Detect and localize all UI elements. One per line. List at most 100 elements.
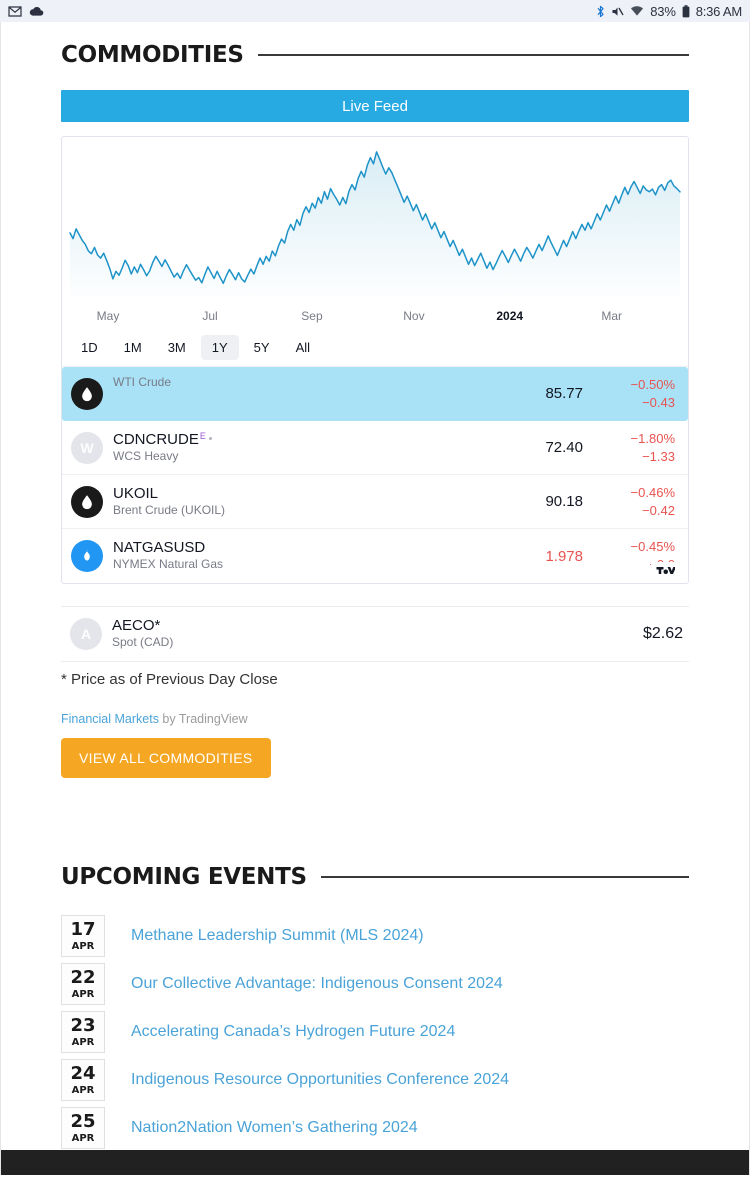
quote-symbol: CDNCRUDE E	[113, 431, 471, 448]
range-button-all[interactable]: All	[285, 335, 321, 360]
range-button-1d[interactable]: 1D	[70, 335, 109, 360]
event-day: 22	[70, 966, 96, 988]
quote-description: NYMEX Natural Gas	[113, 557, 224, 572]
quote-change-percent: −0.46%	[630, 484, 675, 500]
x-axis-tick-label: Mar	[601, 309, 623, 323]
exchange-superscript: E	[199, 430, 206, 441]
event-item[interactable]: 22 APR Our Collective Advantage: Indigenou…	[61, 960, 689, 1008]
price-chart[interactable]	[62, 137, 688, 309]
event-date-box: 22 APR	[61, 963, 105, 1005]
quote-price: 85.77	[545, 385, 583, 402]
event-item[interactable]: 17 APR Methane Leadership Summit (MLS 2024…	[61, 912, 689, 960]
quote-symbol: NATGASUSD	[113, 539, 206, 557]
avatar-letter-icon: W	[71, 431, 103, 464]
quote-change-percent: −1.80%	[630, 430, 675, 446]
footer-bar	[1, 1150, 749, 1175]
chart-range-selector[interactable]: 1D 1M 3M 1Y 5Y All	[62, 335, 688, 366]
quote-row[interactable]: W CDNCRUDE E WCS Heavy 72.40 −1.80% −1.33	[62, 421, 688, 475]
quote-change-absolute: −1.33	[642, 448, 675, 464]
event-day: 17	[70, 918, 96, 940]
range-button-3m[interactable]: 3M	[157, 335, 197, 360]
event-title-link[interactable]: Our Collective Advantage: Indigenous Con…	[131, 975, 503, 993]
event-item[interactable]: 24 APR Indigenous Resource Opportunities C…	[61, 1056, 689, 1104]
event-title-link[interactable]: Indigenous Resource Opportunities Confer…	[131, 1071, 509, 1089]
oil-drop-icon	[71, 377, 103, 410]
quote-row[interactable]: NATGASUSDNYMEX Natural Gas1.978−0.45%−0.…	[62, 529, 688, 583]
financial-markets-link[interactable]: Financial Markets	[61, 712, 159, 726]
event-date-box: 17 APR	[61, 915, 105, 957]
quote-row[interactable]: UKOIL Brent Crude (UKOIL) 90.18 −0.46% −0.42	[62, 475, 688, 529]
quote-price: 1.978	[545, 547, 583, 565]
price-chart-svg	[69, 151, 681, 297]
delayed-data-dot-icon	[208, 436, 212, 440]
page-body: COMMODITIES Live Feed May Jul Sep Nov 2024 Ma…	[0, 22, 750, 1175]
quote-price: 90.18	[545, 493, 583, 510]
x-axis-tick-label: Nov	[403, 309, 425, 323]
x-axis-tick-label: Sep	[301, 309, 323, 323]
x-axis-tick-label: May	[96, 309, 120, 323]
avatar-letter: A	[80, 626, 92, 642]
quote-description: WTI Crude	[113, 375, 172, 389]
gas-flame-icon	[71, 540, 103, 572]
aeco-quote-row[interactable]: A AECO* Spot (CAD) $2.62	[61, 606, 689, 662]
quote-name-block: CDNCRUDE E WCS Heavy	[113, 431, 471, 465]
quote-price: 72.40	[545, 439, 583, 456]
view-all-commodities-button[interactable]: VIEW ALL COMMODITIES	[61, 738, 271, 778]
header-rule	[320, 876, 689, 878]
quote-description: WCS Heavy	[113, 448, 179, 463]
status-bar: 83% 8:36 AM	[0, 0, 750, 22]
event-month: APR	[71, 1084, 95, 1096]
event-title-link[interactable]: Nation2Nation Women’s Gathering 2024	[131, 1119, 418, 1137]
quote-change: −0.46% −0.42	[589, 484, 675, 519]
event-date-box: 23 APR	[61, 1011, 105, 1053]
battery-icon	[682, 4, 690, 18]
clock-label: 8:36 AM	[695, 3, 742, 19]
wifi-icon	[630, 5, 644, 17]
commodities-title: COMMODITIES	[61, 42, 244, 68]
header-rule	[257, 54, 689, 56]
event-day: 23	[70, 1014, 96, 1036]
quote-price: $2.62	[642, 625, 683, 642]
events-title: UPCOMING EVENTS	[61, 864, 307, 890]
range-button-1y[interactable]: 1Y	[200, 335, 239, 360]
quote-list: WTI Crude 85.77 −0.50% −0.43 W CDNCRUDE E WCS H…	[62, 366, 688, 583]
quote-change-percent: −0.45%	[630, 539, 675, 555]
quote-name-block: UKOIL Brent Crude (UKOIL)	[113, 485, 471, 519]
event-month: APR	[71, 1036, 95, 1048]
quote-description: Brent Crude (UKOIL)	[113, 502, 226, 517]
event-month: APR	[71, 940, 95, 952]
event-item[interactable]: 23 APR Accelerating Canada’s Hydrogen Futu…	[61, 1008, 689, 1056]
range-button-5y[interactable]: 5Y	[243, 335, 281, 360]
quote-change-absolute: −0.43	[642, 394, 675, 410]
quote-name-block: WTI Crude	[113, 367, 471, 391]
x-axis-tick-label: Jul	[202, 309, 218, 323]
events-list: 17 APR Methane Leadership Summit (MLS 2024…	[61, 912, 689, 1152]
cloud-icon	[29, 6, 44, 17]
quote-change: −1.80% −1.33	[589, 430, 675, 465]
bluetooth-icon	[596, 5, 605, 18]
tradingview-logo-icon[interactable]	[651, 562, 679, 579]
quote-symbol: AECO*	[112, 617, 161, 635]
live-feed-label: Live Feed	[342, 97, 408, 115]
tradingview-attribution: Financial Markets by TradingView	[61, 712, 689, 726]
event-title-link[interactable]: Accelerating Canada’s Hydrogen Future 20…	[131, 1023, 455, 1041]
tradingview-widget: May Jul Sep Nov 2024 Mar 1D 1M 3M 1Y 5Y All WTI Cr…	[61, 136, 689, 584]
oil-drop-icon	[71, 485, 103, 518]
event-item[interactable]: 25 APR Nation2Nation Women’s Gathering 202…	[61, 1104, 689, 1152]
quote-description: Spot (CAD)	[112, 635, 174, 650]
quote-row[interactable]: WTI Crude 85.77 −0.50% −0.43	[62, 367, 688, 421]
event-date-box: 24 APR	[61, 1059, 105, 1101]
quote-change: −0.50% −0.43	[589, 376, 675, 411]
range-button-1m[interactable]: 1M	[113, 335, 153, 360]
live-feed-banner[interactable]: Live Feed	[61, 90, 689, 122]
price-footnote: * Price as of Previous Day Close	[61, 671, 278, 688]
event-date-box: 25 APR	[61, 1107, 105, 1149]
quote-symbol: UKOIL	[113, 484, 159, 502]
avatar: A	[70, 618, 102, 650]
gmail-icon	[8, 5, 22, 17]
event-month: APR	[71, 1132, 95, 1144]
event-title-link[interactable]: Methane Leadership Summit (MLS 2024)	[131, 927, 424, 945]
mute-icon	[611, 5, 624, 18]
quote-name-block: AECO* Spot (CAD)	[112, 617, 643, 651]
status-bar-right: 83% 8:36 AM	[596, 4, 742, 19]
